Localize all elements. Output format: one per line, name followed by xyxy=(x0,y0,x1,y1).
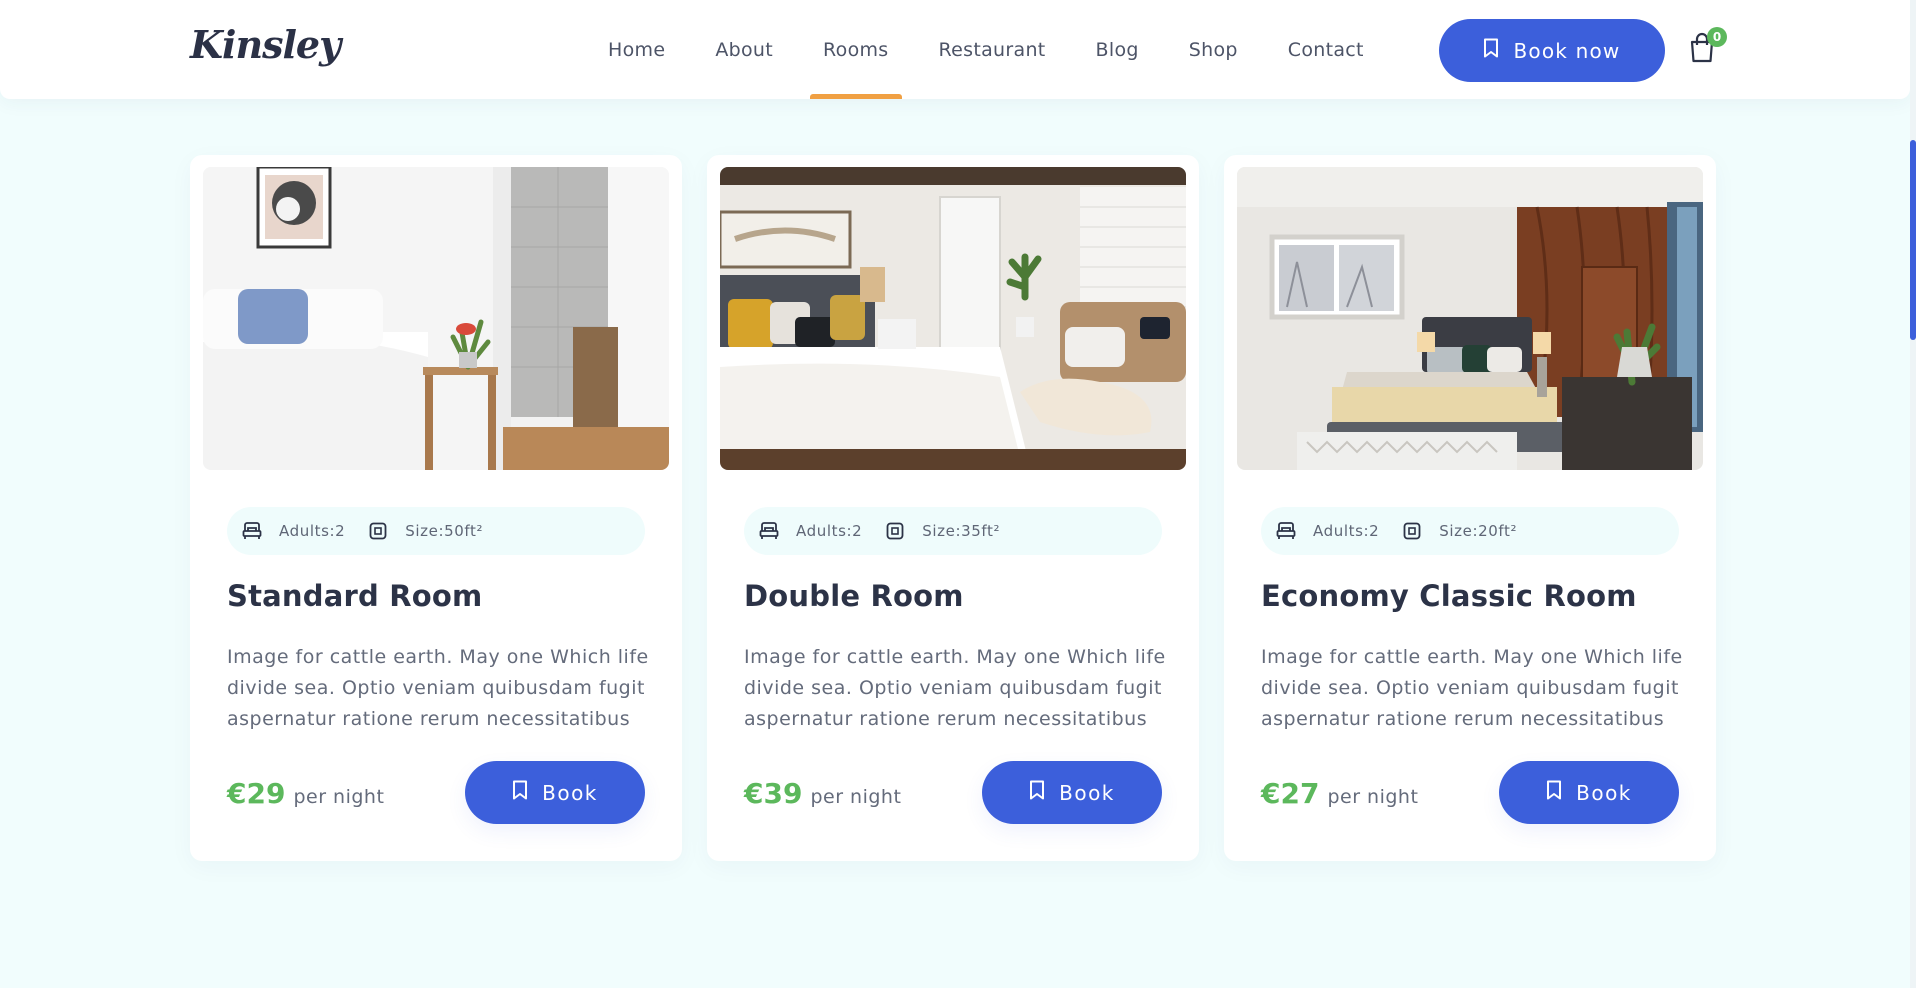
room-image[interactable] xyxy=(720,167,1186,470)
shopping-bag-icon xyxy=(1688,32,1716,68)
site-header: Kinsley Home About Rooms Restaurant Blog… xyxy=(0,0,1910,99)
room-meta: Adults:2 Size:35ft² xyxy=(744,507,1162,555)
room-image[interactable] xyxy=(203,167,669,470)
price-unit: per night xyxy=(1327,786,1419,808)
nav-blog[interactable]: Blog xyxy=(1071,0,1164,99)
cart-button[interactable]: 0 xyxy=(1688,27,1727,68)
nav-rooms[interactable]: Rooms xyxy=(798,0,914,99)
book-button[interactable]: Book xyxy=(1499,761,1679,824)
bookmark-icon xyxy=(1546,780,1562,805)
nav-contact[interactable]: Contact xyxy=(1263,0,1389,99)
bed-icon xyxy=(758,520,780,542)
room-title[interactable]: Double Room xyxy=(744,579,964,613)
nav-shop[interactable]: Shop xyxy=(1164,0,1263,99)
book-button[interactable]: Book xyxy=(465,761,645,824)
room-price: €39 per night xyxy=(744,777,901,810)
room-card-standard: Adults:2 Size:50ft² Standard Room Image … xyxy=(190,155,682,861)
room-card-economy-classic: Adults:2 Size:20ft² Economy Classic Room… xyxy=(1224,155,1716,861)
nav-home[interactable]: Home xyxy=(583,0,690,99)
price-value: €27 xyxy=(1261,777,1320,810)
book-now-button[interactable]: Book now xyxy=(1439,19,1665,82)
price-value: €29 xyxy=(227,777,286,810)
book-label: Book xyxy=(1576,780,1632,805)
room-card-double: Adults:2 Size:35ft² Double Room Image fo… xyxy=(707,155,1199,861)
room-price: €29 per night xyxy=(227,777,384,810)
room-title[interactable]: Economy Classic Room xyxy=(1261,579,1637,613)
room-description: Image for cattle earth. May one Which li… xyxy=(1261,646,1683,730)
book-button[interactable]: Book xyxy=(982,761,1162,824)
book-now-label: Book now xyxy=(1513,38,1621,63)
room-description: Image for cattle earth. May one Which li… xyxy=(744,646,1166,730)
book-label: Book xyxy=(542,780,598,805)
bookmark-icon xyxy=(1483,38,1499,63)
square-size-icon xyxy=(884,520,906,542)
room-image[interactable] xyxy=(1237,167,1703,470)
square-size-icon xyxy=(367,520,389,542)
room-title[interactable]: Standard Room xyxy=(227,579,482,613)
bookmark-icon xyxy=(1029,780,1045,805)
nav-restaurant[interactable]: Restaurant xyxy=(914,0,1071,99)
square-size-icon xyxy=(1401,520,1423,542)
scrollbar-thumb[interactable] xyxy=(1910,140,1916,340)
price-unit: per night xyxy=(293,786,385,808)
price-value: €39 xyxy=(744,777,803,810)
room-size: Size:50ft² xyxy=(405,522,484,540)
bed-icon xyxy=(1275,520,1297,542)
book-label: Book xyxy=(1059,780,1115,805)
main-nav: Home About Rooms Restaurant Blog Shop Co… xyxy=(583,0,1389,99)
room-size: Size:20ft² xyxy=(1439,522,1518,540)
price-unit: per night xyxy=(810,786,902,808)
room-price: €27 per night xyxy=(1261,777,1418,810)
adults-count: Adults:2 xyxy=(279,522,346,540)
room-meta: Adults:2 Size:20ft² xyxy=(1261,507,1679,555)
adults-count: Adults:2 xyxy=(796,522,863,540)
bookmark-icon xyxy=(512,780,528,805)
nav-about[interactable]: About xyxy=(690,0,798,99)
bed-icon xyxy=(241,520,263,542)
cart-count-badge: 0 xyxy=(1707,27,1727,47)
adults-count: Adults:2 xyxy=(1313,522,1380,540)
room-description: Image for cattle earth. May one Which li… xyxy=(227,646,649,730)
room-size: Size:35ft² xyxy=(922,522,1001,540)
site-logo[interactable]: Kinsley xyxy=(190,22,341,67)
room-meta: Adults:2 Size:50ft² xyxy=(227,507,645,555)
